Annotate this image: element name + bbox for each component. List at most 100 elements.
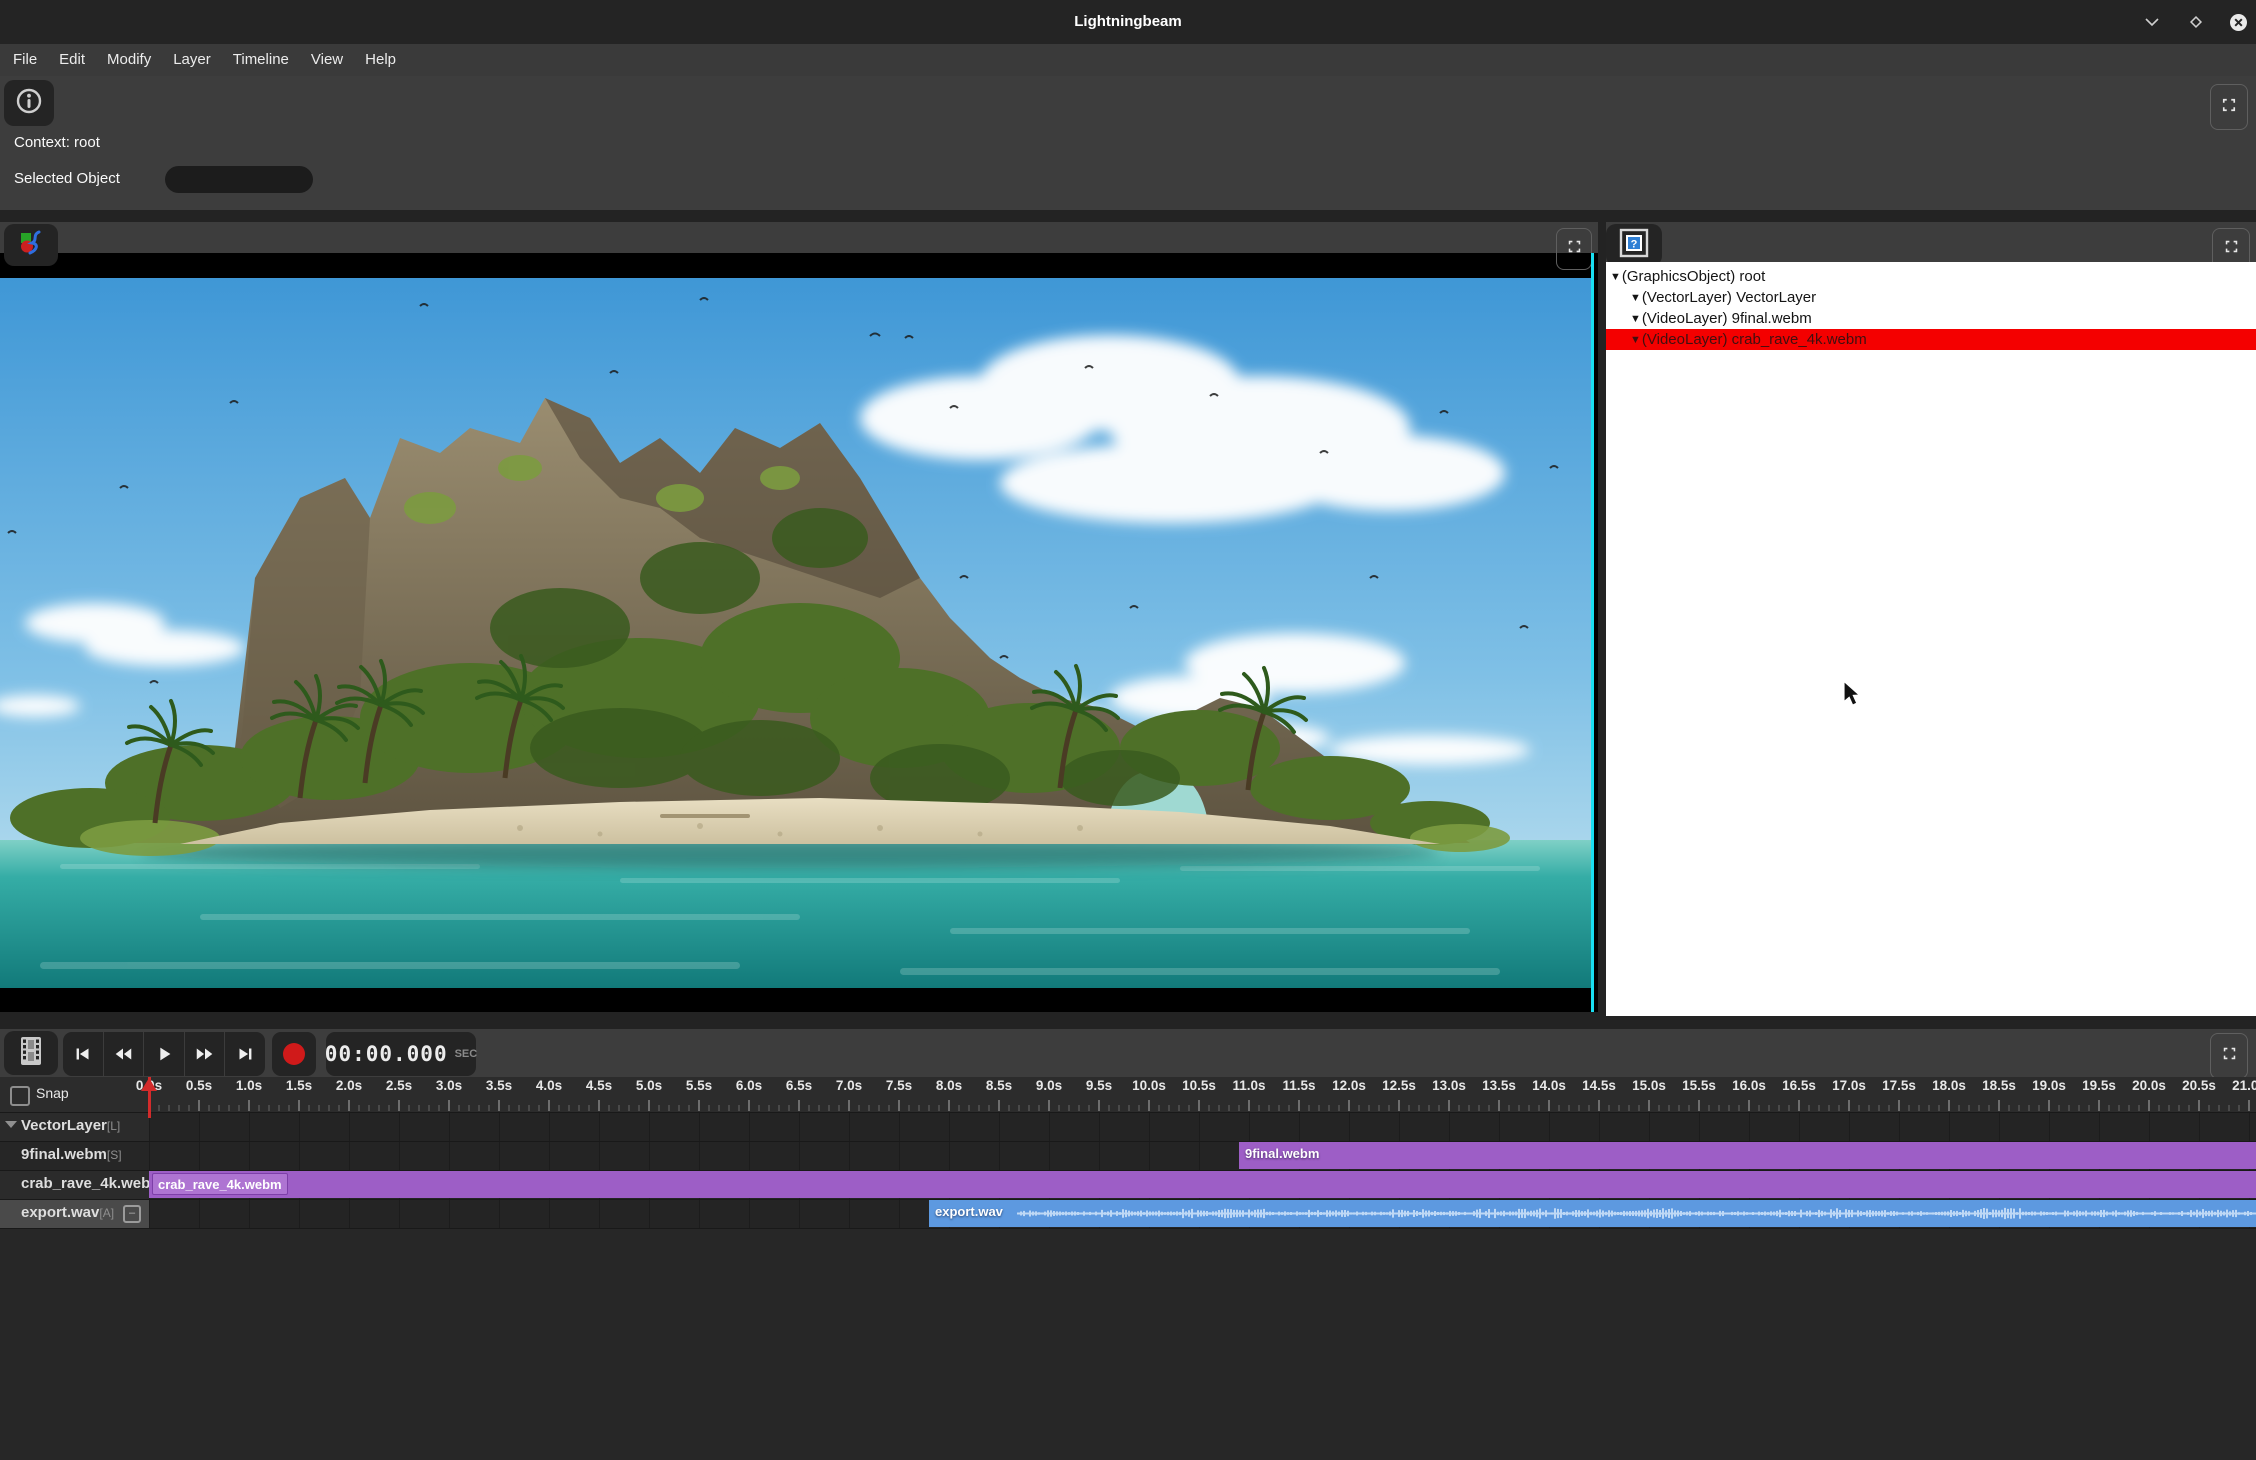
- maximize-icon[interactable]: [2182, 8, 2210, 36]
- ruler-label: 2.0s: [336, 1078, 362, 1093]
- ruler-minor-tick: [2128, 1105, 2130, 1111]
- tree-item-3[interactable]: ▼(VideoLayer) crab_rave_4k.webm: [1606, 329, 2256, 350]
- menu-item-help[interactable]: Help: [354, 44, 407, 76]
- ruler-major-tick: [848, 1100, 850, 1111]
- tree-item-1[interactable]: ▼(VectorLayer) VectorLayer: [1606, 287, 2256, 308]
- playhead-handle[interactable]: [141, 1078, 157, 1091]
- timeline-fullscreen-button[interactable]: [2210, 1033, 2248, 1079]
- stage-tab[interactable]: [4, 224, 58, 266]
- layer-row-crab_rave_4k.webm[interactable]: crab_rave_4k.webm[S]: [0, 1170, 149, 1199]
- scene-tree-tab[interactable]: ?: [1606, 224, 1662, 266]
- layer-expander-icon[interactable]: [5, 1121, 17, 1128]
- ruler-major-tick: [398, 1100, 400, 1111]
- ruler-label: 13.5s: [1482, 1078, 1516, 1093]
- ruler-minor-tick: [1178, 1105, 1180, 1111]
- tree-expander-icon[interactable]: ▼: [1630, 313, 1641, 325]
- ruler-minor-tick: [258, 1105, 260, 1111]
- timeline-tracks: VectorLayer[L]9final.webm[S]crab_rave_4k…: [0, 1112, 2256, 1228]
- layer-row-VectorLayer[interactable]: VectorLayer[L]: [0, 1112, 149, 1141]
- ruler-minor-tick: [1078, 1105, 1080, 1111]
- time-unit-label: SEC: [455, 1048, 478, 1060]
- skip-to-start-button[interactable]: [63, 1032, 104, 1076]
- ruler-major-tick: [1598, 1100, 1600, 1111]
- ruler-major-tick: [1448, 1100, 1450, 1111]
- ruler-major-tick: [798, 1100, 800, 1111]
- layer-row-export.wav[interactable]: export.wav[A]–: [0, 1199, 149, 1228]
- selected-object-field[interactable]: [165, 166, 313, 193]
- tree-item-2[interactable]: ▼(VideoLayer) 9final.webm: [1606, 308, 2256, 329]
- ruler-minor-tick: [1058, 1105, 1060, 1111]
- minimize-icon[interactable]: [2138, 8, 2166, 36]
- layer-mute-toggle[interactable]: –: [123, 1205, 141, 1223]
- ruler-minor-tick: [428, 1105, 430, 1111]
- clip-crab_rave_4k.webm[interactable]: crab_rave_4k.webm: [149, 1171, 2256, 1198]
- record-button[interactable]: [272, 1032, 316, 1076]
- ruler-label: 6.0s: [736, 1078, 762, 1093]
- ruler-minor-tick: [208, 1105, 210, 1111]
- ruler-major-tick: [1148, 1100, 1150, 1111]
- menu-item-edit[interactable]: Edit: [48, 44, 96, 76]
- ruler-minor-tick: [878, 1105, 880, 1111]
- ruler-minor-tick: [1828, 1105, 1830, 1111]
- scene-tree-header: [1606, 222, 2256, 262]
- ruler-label: 19.5s: [2082, 1078, 2116, 1093]
- ruler-minor-tick: [2058, 1105, 2060, 1111]
- fullscreen-icon: [2221, 1045, 2238, 1067]
- ruler-minor-tick: [1258, 1105, 1260, 1111]
- ruler-minor-tick: [1528, 1105, 1530, 1111]
- menu-item-view[interactable]: View: [300, 44, 354, 76]
- fast-forward-button[interactable]: [185, 1032, 226, 1076]
- ruler-minor-tick: [638, 1105, 640, 1111]
- ruler-label: 13.0s: [1432, 1078, 1466, 1093]
- ruler-label: 12.0s: [1332, 1078, 1366, 1093]
- inspector-fullscreen-button[interactable]: [2210, 84, 2248, 130]
- menu-item-file[interactable]: File: [2, 44, 48, 76]
- ruler-minor-tick: [1978, 1105, 1980, 1111]
- rewind-button[interactable]: [104, 1032, 145, 1076]
- menu-item-layer[interactable]: Layer: [162, 44, 222, 76]
- ruler-minor-tick: [758, 1105, 760, 1111]
- ruler-minor-tick: [1808, 1105, 1810, 1111]
- clip-9final.webm[interactable]: 9final.webm: [1239, 1142, 2256, 1169]
- ruler-minor-tick: [1138, 1105, 1140, 1111]
- ruler-minor-tick: [728, 1105, 730, 1111]
- skip-to-end-button[interactable]: [225, 1032, 265, 1076]
- ruler-minor-tick: [838, 1105, 840, 1111]
- info-icon: [15, 87, 43, 120]
- timeline-tab[interactable]: [4, 1031, 58, 1075]
- snap-checkbox[interactable]: [10, 1086, 30, 1106]
- timeline-ruler[interactable]: Snap 0.0s0.5s1.0s1.5s2.0s2.5s3.0s3.5s4.0…: [0, 1077, 2256, 1112]
- ruler-major-tick: [248, 1100, 250, 1111]
- stage-fullscreen-button[interactable]: [1556, 228, 1592, 270]
- menu-item-modify[interactable]: Modify: [96, 44, 162, 76]
- skip-to-start-icon: [72, 1043, 94, 1065]
- ruler-minor-tick: [1458, 1105, 1460, 1111]
- ruler-major-tick: [2098, 1100, 2100, 1111]
- ruler-minor-tick: [1738, 1105, 1740, 1111]
- ruler-minor-tick: [1558, 1105, 1560, 1111]
- ruler-minor-tick: [318, 1105, 320, 1111]
- tree-expander-icon[interactable]: ▼: [1630, 292, 1641, 304]
- layer-row-9final.webm[interactable]: 9final.webm[S]: [0, 1141, 149, 1170]
- tree-expander-icon[interactable]: ▼: [1630, 334, 1641, 346]
- ruler-label: 11.0s: [1232, 1078, 1265, 1093]
- play-button[interactable]: [144, 1032, 185, 1076]
- stage-canvas-video-preview[interactable]: [0, 278, 1591, 988]
- tree-expander-icon[interactable]: ▼: [1610, 271, 1621, 283]
- clip-export.wav[interactable]: export.wav: [929, 1200, 2256, 1227]
- ruler-minor-tick: [1508, 1105, 1510, 1111]
- ruler-label: 12.5s: [1382, 1078, 1416, 1093]
- ruler-minor-tick: [1308, 1105, 1310, 1111]
- ruler-minor-tick: [2228, 1105, 2230, 1111]
- ruler-major-tick: [1398, 1100, 1400, 1111]
- ruler-minor-tick: [2038, 1105, 2040, 1111]
- window-title: Lightningbeam: [0, 0, 2256, 44]
- tree-item-0[interactable]: ▼(GraphicsObject) root: [1606, 266, 2256, 287]
- ruler-minor-tick: [328, 1105, 330, 1111]
- close-icon[interactable]: [2224, 8, 2252, 36]
- ruler-minor-tick: [1068, 1105, 1070, 1111]
- ruler-minor-tick: [1958, 1105, 1960, 1111]
- inspector-tab[interactable]: [4, 80, 54, 126]
- menu-item-timeline[interactable]: Timeline: [222, 44, 300, 76]
- ruler-minor-tick: [778, 1105, 780, 1111]
